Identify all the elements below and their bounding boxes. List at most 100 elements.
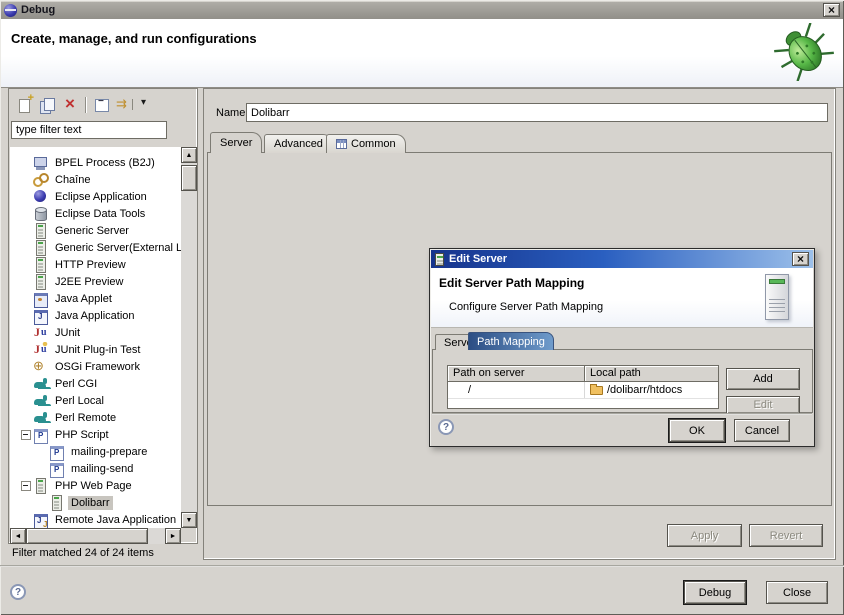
help-button[interactable]: [10, 584, 26, 600]
tree-item-perl-local[interactable]: Perl Local: [10, 392, 181, 409]
scroll-right-button[interactable]: ►: [165, 528, 181, 544]
tree-item-eclipse-application[interactable]: Eclipse Application: [10, 188, 181, 205]
tree-item-label: PHP Web Page: [52, 479, 135, 493]
tree-item-label: JUnit Plug-in Test: [52, 343, 143, 357]
tree-vscrollbar[interactable]: [181, 147, 197, 528]
tree-item-generic-server[interactable]: Generic Server: [10, 222, 181, 239]
new-configuration-button[interactable]: [14, 95, 36, 115]
eclipse-icon: [4, 4, 17, 17]
cancel-button[interactable]: Cancel: [734, 419, 790, 442]
tree-item-mailing-prepare[interactable]: mailing-prepare: [10, 443, 181, 460]
dialog-tab-path-mapping[interactable]: Path Mapping: [468, 332, 554, 350]
apply-button[interactable]: Apply: [667, 524, 742, 547]
tree-item-label: HTTP Preview: [52, 258, 129, 272]
tree-expander-spacer: [20, 358, 33, 375]
toolbar-separator: [85, 97, 86, 113]
tree-expander-spacer: [20, 324, 33, 341]
tree-expander[interactable]: [20, 477, 33, 494]
tree-expander-spacer: [20, 307, 33, 324]
sphere-icon: [33, 189, 49, 204]
tab-common[interactable]: Common: [326, 134, 406, 153]
server-icon: [33, 478, 49, 493]
junit-plugin-icon: [33, 342, 49, 357]
scroll-up-button[interactable]: ▲: [181, 147, 197, 163]
tree-expander-spacer: [20, 290, 33, 307]
tree-item-label: JUnit: [52, 326, 83, 340]
dialog-close-button[interactable]: [792, 252, 809, 266]
tree-expander-spacer: [36, 494, 49, 511]
scroll-left-button[interactable]: ◄: [10, 528, 26, 544]
server-tower-graphic: [765, 274, 789, 320]
dialog-help-button[interactable]: [438, 419, 454, 435]
edit-mapping-button[interactable]: Edit: [726, 396, 800, 413]
tree-item-label: Perl Remote: [52, 411, 119, 425]
filter-configurations-button[interactable]: [114, 95, 136, 115]
tree-item-junit[interactable]: JUnit: [10, 324, 181, 341]
tree-item-cha-ne[interactable]: Chaîne: [10, 171, 181, 188]
collapse-all-button[interactable]: [91, 95, 113, 115]
tree-item-remote-java-application[interactable]: Remote Java Application: [10, 511, 181, 528]
filter-input[interactable]: [11, 121, 167, 139]
column-path-on-server[interactable]: Path on server: [448, 366, 585, 382]
config-tree: BPEL Process (B2J)Chaîne Eclipse Applicat…: [10, 147, 181, 528]
tree-item-perl-remote[interactable]: Perl Remote: [10, 409, 181, 426]
menu-dropdown-button[interactable]: [136, 95, 158, 115]
php-icon: [49, 444, 65, 459]
php-icon: [49, 461, 65, 476]
server-icon: [435, 253, 444, 266]
tree-item-label: Eclipse Application: [52, 190, 150, 204]
tree-item-eclipse-data-tools[interactable]: Eclipse Data Tools: [10, 205, 181, 222]
tree-item-label: Generic Server: [52, 224, 132, 238]
tree-expander-spacer: [20, 239, 33, 256]
debug-button[interactable]: Debug: [684, 581, 746, 604]
ok-button[interactable]: OK: [669, 419, 725, 442]
tree-item-java-applet[interactable]: Java Applet: [10, 290, 181, 307]
tree-item-label: Java Applet: [52, 292, 115, 306]
delete-configuration-button[interactable]: [60, 95, 82, 115]
tree-item-http-preview[interactable]: HTTP Preview: [10, 256, 181, 273]
tree-item-php-script[interactable]: PHP Script: [10, 426, 181, 443]
server-icon: [33, 257, 49, 272]
tree-item-label: OSGi Framework: [52, 360, 143, 374]
tree-item-php-web-page[interactable]: PHP Web Page: [10, 477, 181, 494]
close-button[interactable]: Close: [766, 581, 828, 604]
tree-expander[interactable]: [20, 426, 33, 443]
tree-item-junit-plug-in-test[interactable]: JUnit Plug-in Test: [10, 341, 181, 358]
tree-item-j2ee-preview[interactable]: J2EE Preview: [10, 273, 181, 290]
column-local-path[interactable]: Local path: [585, 366, 718, 382]
name-input[interactable]: [246, 103, 828, 122]
folder-icon: [590, 386, 603, 395]
tree-expander-spacer: [36, 443, 49, 460]
tree-item-osgi-framework[interactable]: OSGi Framework: [10, 358, 181, 375]
dialog-header-title: Edit Server Path Mapping: [439, 276, 584, 290]
add-mapping-button[interactable]: Add: [726, 368, 800, 390]
junit-icon: [33, 325, 49, 340]
tree-item-bpel-process-b2j[interactable]: BPEL Process (B2J): [10, 154, 181, 171]
vscroll-thumb[interactable]: [181, 165, 197, 191]
tree-item-java-application[interactable]: Java Application: [10, 307, 181, 324]
tab-server[interactable]: Server: [210, 132, 262, 153]
tab-advanced[interactable]: Advanced: [264, 134, 333, 153]
tree-item-dolibarr[interactable]: Dolibarr: [10, 494, 181, 511]
dialog-header: Edit Server Path Mapping Configure Serve…: [431, 268, 813, 328]
dialog-titlebar[interactable]: Edit Server: [431, 250, 813, 268]
path-mapping-row[interactable]: / /dolibarr/htdocs: [448, 382, 718, 399]
window-titlebar[interactable]: Debug: [1, 1, 843, 19]
tree-item-perl-cgi[interactable]: Perl CGI: [10, 375, 181, 392]
tree-item-mailing-send[interactable]: mailing-send: [10, 460, 181, 477]
cell-path-on-server: /: [448, 382, 585, 398]
tree-item-label: Remote Java Application: [52, 513, 179, 527]
tree-item-generic-server-external-la[interactable]: Generic Server(External La: [10, 239, 181, 256]
scroll-down-button[interactable]: ▼: [181, 512, 197, 528]
tree-expander-spacer: [20, 409, 33, 426]
window-close-button[interactable]: [823, 3, 840, 17]
hscroll-thumb[interactable]: [26, 528, 148, 544]
tree-expander-spacer: [20, 205, 33, 222]
perl-icon: [33, 376, 49, 391]
duplicate-configuration-button[interactable]: [37, 95, 59, 115]
footer-separator: [0, 565, 844, 567]
local-path-text: /dolibarr/htdocs: [607, 384, 682, 396]
revert-button[interactable]: Revert: [749, 524, 823, 547]
tree-item-label: mailing-prepare: [68, 445, 150, 459]
bpel-icon: [33, 155, 49, 170]
